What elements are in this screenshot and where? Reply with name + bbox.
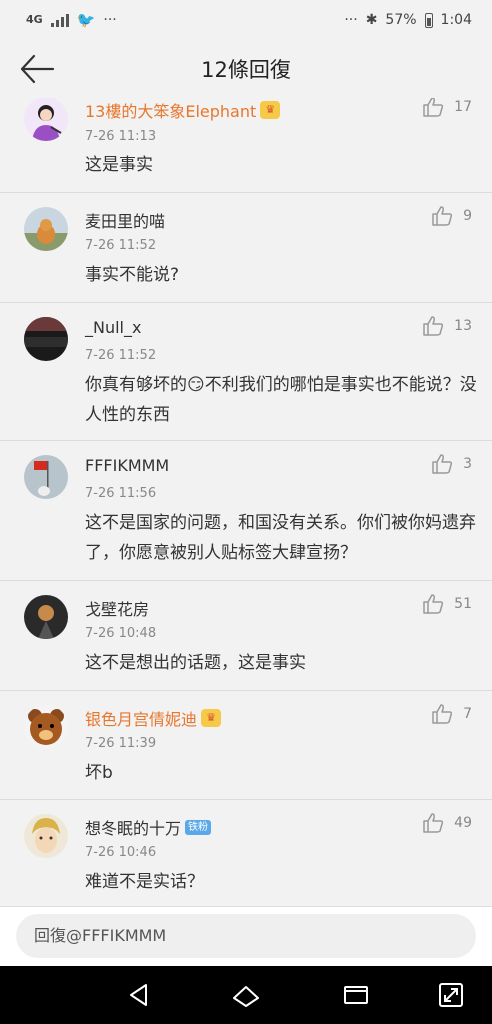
like-count: 3: [463, 456, 472, 472]
like-count: 49: [454, 815, 472, 831]
like-count: 7: [463, 706, 472, 722]
thumb-up-icon: [432, 206, 453, 226]
status-bar: 4G 🐦 ··· ··· ✱ 57% 1:04: [0, 0, 492, 40]
comment-time: 7-26 11:39: [85, 736, 157, 751]
avatar[interactable]: [24, 455, 68, 499]
like-count: 9: [463, 208, 472, 224]
like-button[interactable]: 51: [422, 593, 472, 615]
username[interactable]: 银色月宫倩妮迪 ♛: [85, 706, 222, 730]
comment-text: 事实不能说?: [85, 265, 180, 285]
page-title: 12條回復: [201, 58, 291, 82]
like-button[interactable]: 49: [422, 812, 472, 834]
comment-item[interactable]: 银色月宫倩妮迪 ♛ 7-26 11:39 坏b 7: [0, 691, 492, 800]
comment-text: 这不是想出的话题，这是事实: [85, 653, 306, 673]
username[interactable]: 13樓的大笨象Elephant ♛: [85, 98, 281, 122]
username[interactable]: 麦田里的喵: [85, 208, 165, 232]
comment-time: 7-26 11:52: [85, 238, 157, 253]
username[interactable]: 想冬眠的十万 铁粉: [85, 815, 212, 839]
comment-text: 这不是国家的问题，和国没有关系。你们被你妈遗弃了，你愿意被别人贴标签大肆宣扬？: [85, 513, 476, 563]
battery-percent: 57%: [385, 12, 417, 28]
like-count: 17: [454, 99, 472, 115]
top-nav: 12條回復: [0, 40, 492, 98]
username-text[interactable]: 13樓的大笨象Elephant: [85, 98, 256, 122]
username-text[interactable]: 想冬眠的十万: [85, 815, 181, 839]
comment-time: 7-26 11:52: [85, 348, 157, 363]
fan-badge: 铁粉: [185, 819, 212, 835]
like-count: 51: [454, 596, 472, 612]
avatar[interactable]: [24, 705, 68, 749]
comment-time: 7-26 11:13: [85, 129, 157, 144]
avatar[interactable]: [24, 98, 68, 141]
username[interactable]: 戈壁花房: [85, 596, 149, 620]
comment-item[interactable]: _Null_x 7-26 11:52 你真有够坏的😏不利我们的哪怕是事实也不能说…: [0, 303, 492, 441]
battery-icon: [424, 12, 433, 28]
more-notifications-icon: ···: [103, 12, 117, 28]
home-icon[interactable]: [231, 980, 261, 1010]
reply-input[interactable]: 回復@FFFIKMMM: [16, 914, 476, 958]
comment-item[interactable]: 戈壁花房 7-26 10:48 这不是想出的话题，这是事实 51: [0, 581, 492, 691]
avatar[interactable]: [24, 317, 68, 361]
thumb-up-icon: [423, 594, 444, 614]
comment-item[interactable]: FFFIKMMM 7-26 11:56 这不是国家的问题，和国没有关系。你们被你…: [0, 441, 492, 581]
thumb-up-icon: [423, 813, 444, 833]
twitter-icon: 🐦: [76, 11, 96, 29]
reply-bar: 回復@FFFIKMMM: [0, 906, 492, 966]
comment-item[interactable]: 想冬眠的十万 铁粉 7-26 10:46 难道不是实话？ 49: [0, 800, 492, 906]
comment-time: 7-26 11:56: [85, 486, 157, 501]
signal-icon: [50, 13, 69, 27]
like-button[interactable]: 3: [431, 453, 472, 475]
avatar[interactable]: [24, 595, 68, 639]
android-nav-bar: [0, 966, 492, 1024]
comment-text: 你真有够坏的😏不利我们的哪怕是事实也不能说？没人性的东西: [85, 375, 477, 425]
like-count: 13: [454, 318, 472, 334]
vip-crown-icon: ♛: [201, 709, 222, 727]
comment-text: 坏b: [85, 763, 113, 783]
recent-apps-icon[interactable]: [341, 980, 371, 1010]
bluetooth-icon: ✱: [365, 12, 378, 28]
like-button[interactable]: 9: [431, 205, 472, 227]
comment-item[interactable]: 13樓的大笨象Elephant ♛ 7-26 11:13 这是事实 17: [0, 98, 492, 193]
comment-time: 7-26 10:48: [85, 626, 157, 641]
avatar[interactable]: [24, 814, 68, 858]
avatar[interactable]: [24, 207, 68, 251]
like-button[interactable]: 7: [431, 703, 472, 725]
clock: 1:04: [440, 12, 472, 28]
username[interactable]: _Null_x: [85, 318, 141, 337]
thumb-up-icon: [423, 316, 444, 336]
comment-text: 难道不是实话？: [85, 872, 204, 892]
back-icon[interactable]: [124, 980, 154, 1010]
thumb-up-icon: [432, 704, 453, 724]
username-text[interactable]: 银色月宫倩妮迪: [85, 706, 197, 730]
vip-crown-icon: ♛: [260, 101, 281, 119]
like-button[interactable]: 13: [422, 315, 472, 337]
comment-time: 7-26 10:46: [85, 845, 157, 860]
overflow-dots-icon: ···: [344, 12, 358, 28]
network-type: 4G: [26, 13, 43, 26]
thumb-up-icon: [432, 454, 453, 474]
like-button[interactable]: 17: [422, 98, 472, 118]
fullscreen-icon[interactable]: [436, 980, 466, 1010]
back-arrow-icon[interactable]: [18, 52, 56, 86]
username[interactable]: FFFIKMMM: [85, 456, 169, 475]
comment-item[interactable]: 麦田里的喵 7-26 11:52 事实不能说? 9: [0, 193, 492, 303]
thumb-up-icon: [423, 98, 444, 117]
comment-list: 13樓的大笨象Elephant ♛ 7-26 11:13 这是事实 17 麦田里…: [0, 98, 492, 906]
comment-text: 这是事实: [85, 155, 153, 175]
